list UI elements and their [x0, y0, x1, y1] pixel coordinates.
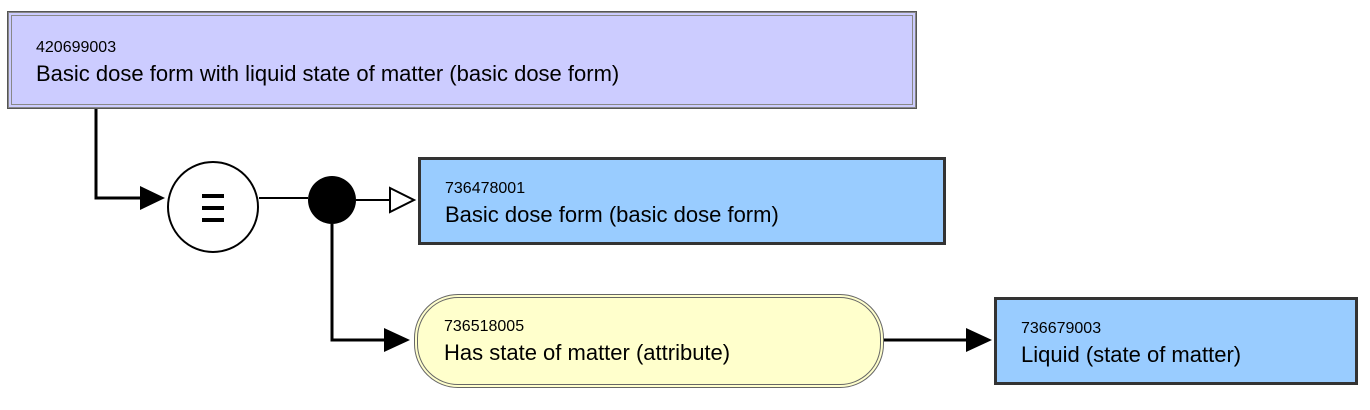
defined-concept-box: 420699003 Basic dose form with liquid st…: [8, 12, 916, 108]
parent-concept-box: 736478001 Basic dose form (basic dose fo…: [418, 157, 946, 245]
concept-term: Basic dose form (basic dose form): [445, 202, 779, 227]
equivalent-to-icon: [202, 194, 224, 222]
concept-term: Basic dose form with liquid state of mat…: [36, 61, 620, 86]
definition-status-symbol: [167, 161, 259, 253]
connector-conjunction-to-attribute: [330, 224, 384, 342]
is-a-arrowhead: [389, 186, 417, 214]
attribute-id: 736518005: [444, 318, 525, 335]
arrowhead-attribute: [384, 328, 410, 352]
concept-diagram: 420699003 Basic dose form with liquid st…: [0, 0, 1370, 410]
concept-id: 736478001: [445, 180, 526, 197]
attribute-value-box: 736679003 Liquid (state of matter): [994, 297, 1358, 385]
arrowhead-value: [966, 328, 992, 352]
concept-id: 736679003: [1021, 320, 1102, 337]
concept-id: 420699003: [36, 39, 117, 56]
arrowhead-status: [140, 186, 165, 210]
connector-defined-to-status: [94, 108, 140, 200]
attribute-box: 736518005 Has state of matter (attribute…: [414, 294, 884, 388]
attribute-term: Has state of matter (attribute): [444, 340, 731, 365]
conjunction-node: [308, 176, 356, 224]
concept-term: Liquid (state of matter): [1021, 342, 1242, 367]
